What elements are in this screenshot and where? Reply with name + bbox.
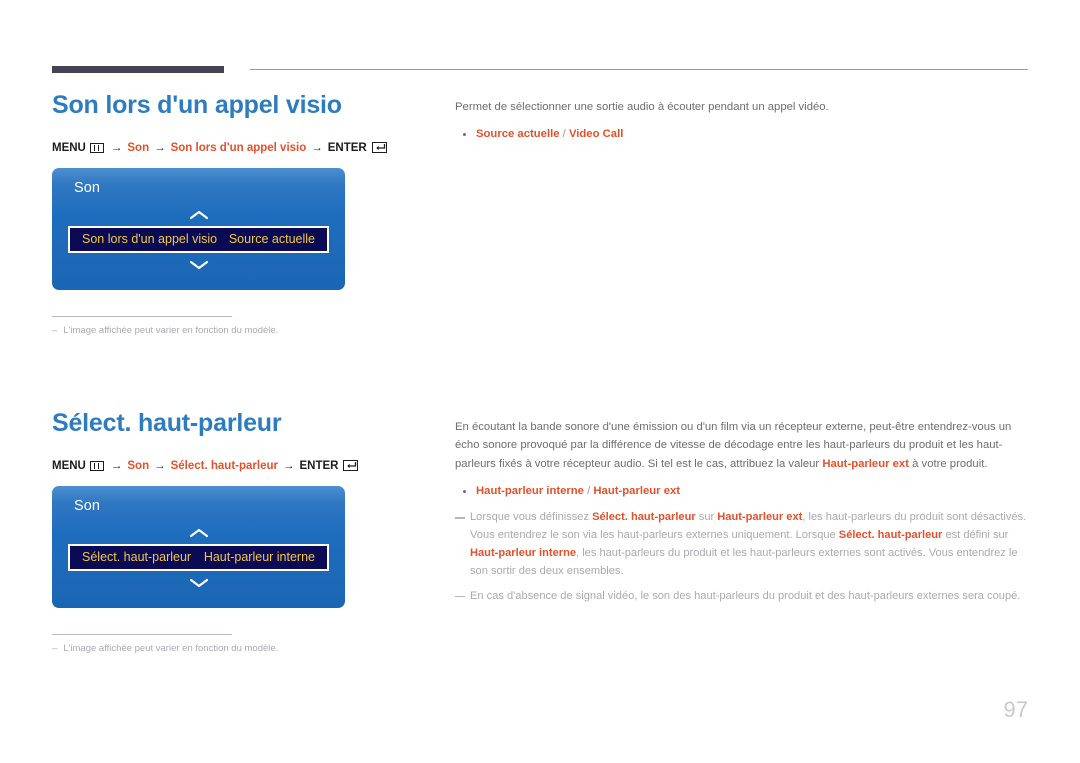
header-rule-thick <box>52 66 224 73</box>
menu-bars-icon <box>89 142 104 153</box>
note-item: En cas d'absence de signal vidéo, le son… <box>455 588 1030 606</box>
enter-label: ENTER <box>299 459 339 472</box>
bullet-icon <box>463 489 466 493</box>
section-1-right-column: Permet de sélectionner une sortie audio … <box>455 98 1030 143</box>
footnote-text: L'image affichée peut varier en fonction… <box>63 642 279 654</box>
enter-return-icon <box>343 460 359 471</box>
osd-row-label: Sélect. haut-parleur <box>82 550 192 564</box>
path-arrow-3: → <box>311 141 323 154</box>
section-1-osd-panel: Son Son lors d'un appel visio Source act… <box>52 167 345 290</box>
menu-bars-icon <box>89 460 104 471</box>
list-item: Source actuelle / Video Call <box>455 125 1030 143</box>
osd-title: Son <box>74 497 101 514</box>
chevron-down-icon[interactable] <box>189 578 209 588</box>
section-2-description: En écoutant la bande sonore d'une émissi… <box>455 421 1012 470</box>
section-2-footnote-rule <box>52 633 232 635</box>
note-dash-icon <box>455 516 465 519</box>
section-1-footnote: – L'image affichée peut varier en foncti… <box>52 324 442 337</box>
section-2-notes: Lorsque vous définissez Sélect. haut-par… <box>455 509 1030 606</box>
note-text: En cas d'absence de signal vidéo, le son… <box>470 589 1021 602</box>
menu-path-step-1: Son <box>127 141 150 154</box>
footnote-dash: – <box>52 642 58 654</box>
enter-label: ENTER <box>327 141 367 154</box>
path-arrow-2: → <box>154 141 166 154</box>
path-arrow-2: → <box>154 459 166 472</box>
menu-label: MENU <box>52 141 86 154</box>
path-arrow-1: → <box>110 141 123 154</box>
section-2-osd-panel: Son Sélect. haut-parleur Haut-parleur in… <box>52 485 345 608</box>
note-item: Lorsque vous définissez Sélect. haut-par… <box>455 509 1030 581</box>
section-2-heading: Sélect. haut-parleur <box>52 409 282 437</box>
section-2-left-column: Sélect. haut-parleur MENU → Son → Sélect… <box>52 409 442 655</box>
section-1-description: Permet de sélectionner une sortie audio … <box>455 101 829 113</box>
osd-row-value: Haut-parleur interne <box>203 550 315 564</box>
osd-highlighted-row[interactable]: Son lors d'un appel visio Source actuell… <box>68 225 329 253</box>
section-1-left-column: Son lors d'un appel visio MENU → Son → S… <box>52 91 442 337</box>
section-1-menu-path: MENU → Son → Son lors d'un appel visio →… <box>52 142 442 154</box>
note-text: Lorsque vous définissez Sélect. haut-par… <box>470 510 1027 577</box>
footnote-text: L'image affichée peut varier en fonction… <box>63 324 279 336</box>
page-number: 97 <box>1003 697 1028 722</box>
section-2-menu-path: MENU → Son → Sélect. haut-parleur → ENTE… <box>52 460 442 472</box>
header-rule-thin <box>250 69 1028 70</box>
menu-path-step-1: Son <box>127 459 150 472</box>
menu-label: MENU <box>52 459 86 472</box>
section-2-footnote: – L'image affichée peut varier en foncti… <box>52 642 442 655</box>
section-2-right-column: En écoutant la bande sonore d'une émissi… <box>455 418 1030 606</box>
option-values: Source actuelle / Video Call <box>476 128 624 141</box>
bullet-icon <box>463 133 466 137</box>
chevron-up-icon[interactable] <box>189 528 209 538</box>
osd-row-value: Source actuelle <box>228 232 315 246</box>
option-values: Haut-parleur interne / Haut-parleur ext <box>476 484 681 497</box>
path-arrow-1: → <box>110 459 123 472</box>
section-1-footnote-rule <box>52 315 232 317</box>
section-1-heading: Son lors d'un appel visio <box>52 91 342 119</box>
osd-highlighted-row[interactable]: Sélect. haut-parleur Haut-parleur intern… <box>68 543 329 571</box>
enter-return-icon <box>371 142 387 153</box>
chevron-up-icon[interactable] <box>189 210 209 220</box>
list-item: Haut-parleur interne / Haut-parleur ext <box>455 482 1030 500</box>
path-arrow-3: → <box>282 459 295 472</box>
section-1-option-list: Source actuelle / Video Call <box>455 125 1030 143</box>
footnote-dash: – <box>52 324 58 336</box>
note-dash-icon <box>455 595 465 598</box>
menu-path-step-2: Son lors d'un appel visio <box>170 141 307 154</box>
chevron-down-icon[interactable] <box>189 260 209 270</box>
manual-page: Son lors d'un appel visio MENU → Son → S… <box>0 0 1080 763</box>
osd-row-label: Son lors d'un appel visio <box>82 232 218 246</box>
section-2-option-list: Haut-parleur interne / Haut-parleur ext <box>455 482 1030 500</box>
menu-path-step-2: Sélect. haut-parleur <box>170 459 278 472</box>
osd-title: Son <box>74 179 101 196</box>
